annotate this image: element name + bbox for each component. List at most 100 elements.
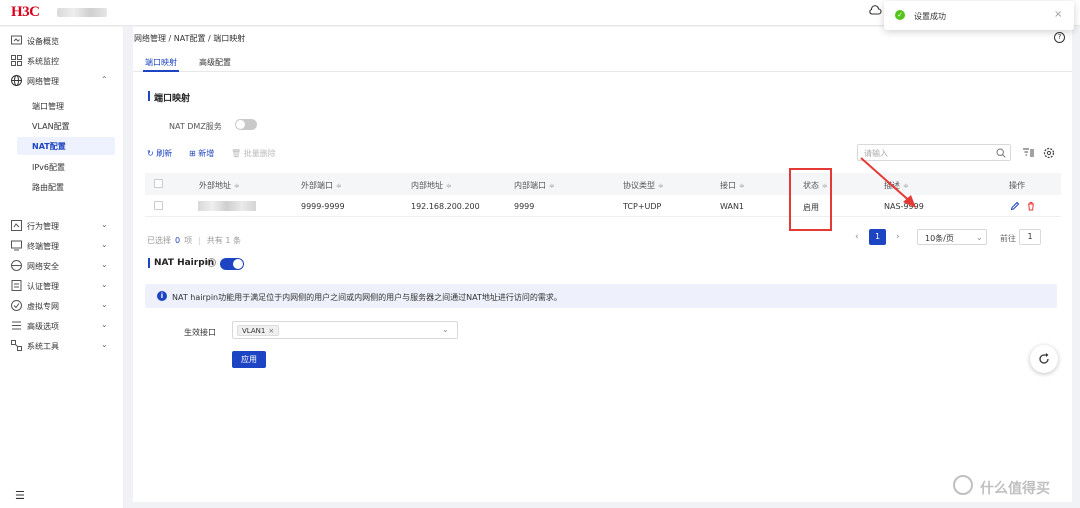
sidebar: 设备概览 系统监控 网络管理 ⌃ 端口管理 VLAN配置 NAT配置 IPv6配… (0, 27, 124, 508)
sidebar-item-label: 虚拟专网 (27, 302, 59, 311)
sidebar-item-label: 高级选项 (27, 322, 59, 331)
blurred-external-address (198, 201, 256, 211)
interface-label: 生效接口 (184, 328, 216, 337)
dmz-toggle[interactable] (235, 119, 257, 130)
tab-advanced[interactable]: 高级配置 (199, 57, 231, 68)
status-highlight-box (789, 168, 832, 231)
menu-collapse-icon[interactable]: ☰ (15, 489, 25, 502)
refresh-icon: ↻ (147, 149, 157, 158)
sidebar-item-security[interactable]: 网络安全 ⌄ (0, 257, 124, 275)
sidebar-sub-label: 路由配置 (32, 183, 64, 192)
selected-count: 0 (175, 236, 181, 245)
annotation-arrow (860, 157, 916, 208)
sort-icon: ≑ (549, 182, 555, 190)
tab-bar: 端口映射 高级配置 (133, 52, 1072, 72)
info-banner: i NAT hairpin功能用于满足位于内网侧的用户之间或内网侧的用户与服务器… (145, 284, 1057, 308)
add-icon: ⊞ (189, 149, 199, 158)
blurred-device-name (57, 8, 107, 17)
apply-button[interactable]: 应用 (232, 351, 266, 368)
watermark-logo-icon (953, 475, 973, 495)
sidebar-item-advanced[interactable]: 高级选项 ⌄ (0, 317, 124, 335)
col-ext-addr[interactable]: 外部地址 ≑ (199, 180, 240, 191)
sidebar-sub-label: IPv6配置 (32, 163, 66, 172)
interface-tag: VLAN1 × (237, 325, 280, 336)
col-protocol[interactable]: 协议类型 ≑ (623, 180, 664, 191)
sidebar-item-tools[interactable]: 系统工具 ⌄ (0, 337, 124, 355)
select-all-checkbox[interactable] (154, 179, 163, 188)
watermark: 什么值得买 (980, 481, 1050, 497)
help-icon[interactable]: ? (1054, 32, 1065, 43)
col-label: 接口 (720, 181, 736, 190)
sidebar-item-behavior[interactable]: 行为管理 ⌄ (0, 217, 124, 235)
sidebar-item-label: 网络安全 (27, 262, 59, 271)
sidebar-sub-vlan[interactable]: VLAN配置 (0, 117, 124, 135)
sidebar-sub-nat[interactable]: NAT配置 (17, 137, 115, 155)
chevron-down-icon: ⌄ (101, 280, 108, 289)
filter-icon[interactable] (1022, 147, 1034, 159)
advanced-icon (12, 321, 21, 330)
chevron-down-icon: ⌄ (101, 220, 108, 229)
sidebar-item-dashboard[interactable]: 设备概览 (0, 32, 124, 50)
goto-label: 前往 (1000, 234, 1016, 243)
floating-refresh-button[interactable] (1030, 345, 1058, 373)
row-checkbox[interactable] (154, 201, 163, 210)
question-icon[interactable]: ? (207, 258, 216, 267)
add-button[interactable]: ⊞ 新增 (189, 148, 214, 159)
col-label: 协议类型 (623, 181, 655, 190)
toast-message: 设置成功 (914, 12, 946, 21)
section-marker (148, 258, 150, 268)
trash-icon: 🗑 (231, 149, 244, 158)
page-size-select[interactable]: 10条/页 ⌄ (917, 229, 987, 245)
next-page-button[interactable]: › (896, 232, 900, 242)
interface-select[interactable]: VLAN1 × ⌄ (232, 321, 458, 339)
batch-delete-button[interactable]: 🗑 批量删除 (231, 148, 276, 159)
check-circle-icon: ✓ (895, 10, 905, 20)
sidebar-item-label: 网络管理 (27, 77, 59, 86)
sidebar-sub-label: NAT配置 (32, 142, 66, 151)
batch-delete-label: 批量删除 (243, 149, 276, 158)
edit-icon[interactable] (1010, 201, 1020, 211)
col-int-addr[interactable]: 内部地址 ≑ (411, 180, 452, 191)
main-content: 网络管理 / NAT配置 / 端口映射 ? 端口映射 高级配置 端口映射 NAT… (133, 27, 1072, 502)
sort-icon: ≑ (446, 182, 452, 190)
tag-close-icon[interactable]: × (268, 327, 274, 335)
cloud-icon[interactable] (868, 3, 882, 17)
sidebar-sub-port[interactable]: 端口管理 (0, 97, 124, 115)
sidebar-sub-route[interactable]: 路由配置 (0, 178, 124, 196)
col-label: 内部地址 (411, 181, 443, 190)
selected-prefix: 已选择 (147, 236, 171, 245)
gear-icon[interactable] (1043, 147, 1055, 159)
refresh-button[interactable]: ↻ 刷新 (147, 148, 172, 159)
sidebar-item-network[interactable]: 网络管理 ⌃ (0, 72, 124, 90)
delete-icon[interactable] (1026, 201, 1036, 211)
behavior-icon (11, 220, 22, 231)
refresh-icon (1039, 353, 1049, 364)
hairpin-toggle[interactable] (220, 258, 244, 270)
page-1-button[interactable]: 1 (869, 229, 886, 245)
search-icon[interactable] (996, 148, 1006, 158)
cell-protocol: TCP+UDP (623, 202, 662, 211)
col-label: 外部端口 (301, 181, 333, 190)
col-ext-port[interactable]: 外部端口 ≑ (301, 180, 342, 191)
sidebar-item-label: 行为管理 (27, 222, 59, 231)
chevron-down-icon: ⌄ (101, 300, 108, 309)
monitor-icon (11, 55, 22, 66)
sidebar-item-monitor[interactable]: 系统监控 (0, 52, 124, 70)
tab-port-mapping[interactable]: 端口映射 (145, 57, 177, 68)
refresh-label: 刷新 (156, 149, 173, 158)
sidebar-item-auth[interactable]: 认证管理 ⌄ (0, 277, 124, 295)
chevron-down-icon: ⌄ (442, 325, 449, 334)
close-icon[interactable]: × (1054, 9, 1062, 20)
chevron-down-icon: ⌄ (101, 320, 108, 329)
sort-icon: ≑ (336, 182, 342, 190)
add-label: 新增 (198, 149, 215, 158)
sidebar-item-terminal[interactable]: 终端管理 ⌄ (0, 237, 124, 255)
sidebar-sub-ipv6[interactable]: IPv6配置 (0, 158, 124, 176)
prev-page-button[interactable]: ‹ (855, 232, 859, 242)
security-icon (11, 260, 22, 271)
sidebar-item-vpn[interactable]: 虚拟专网 ⌄ (0, 297, 124, 315)
goto-page-input[interactable]: 1 (1019, 229, 1041, 245)
col-interface[interactable]: 接口 ≑ (720, 180, 745, 191)
sidebar-item-label: 终端管理 (27, 242, 59, 251)
col-int-port[interactable]: 内部端口 ≑ (514, 180, 555, 191)
